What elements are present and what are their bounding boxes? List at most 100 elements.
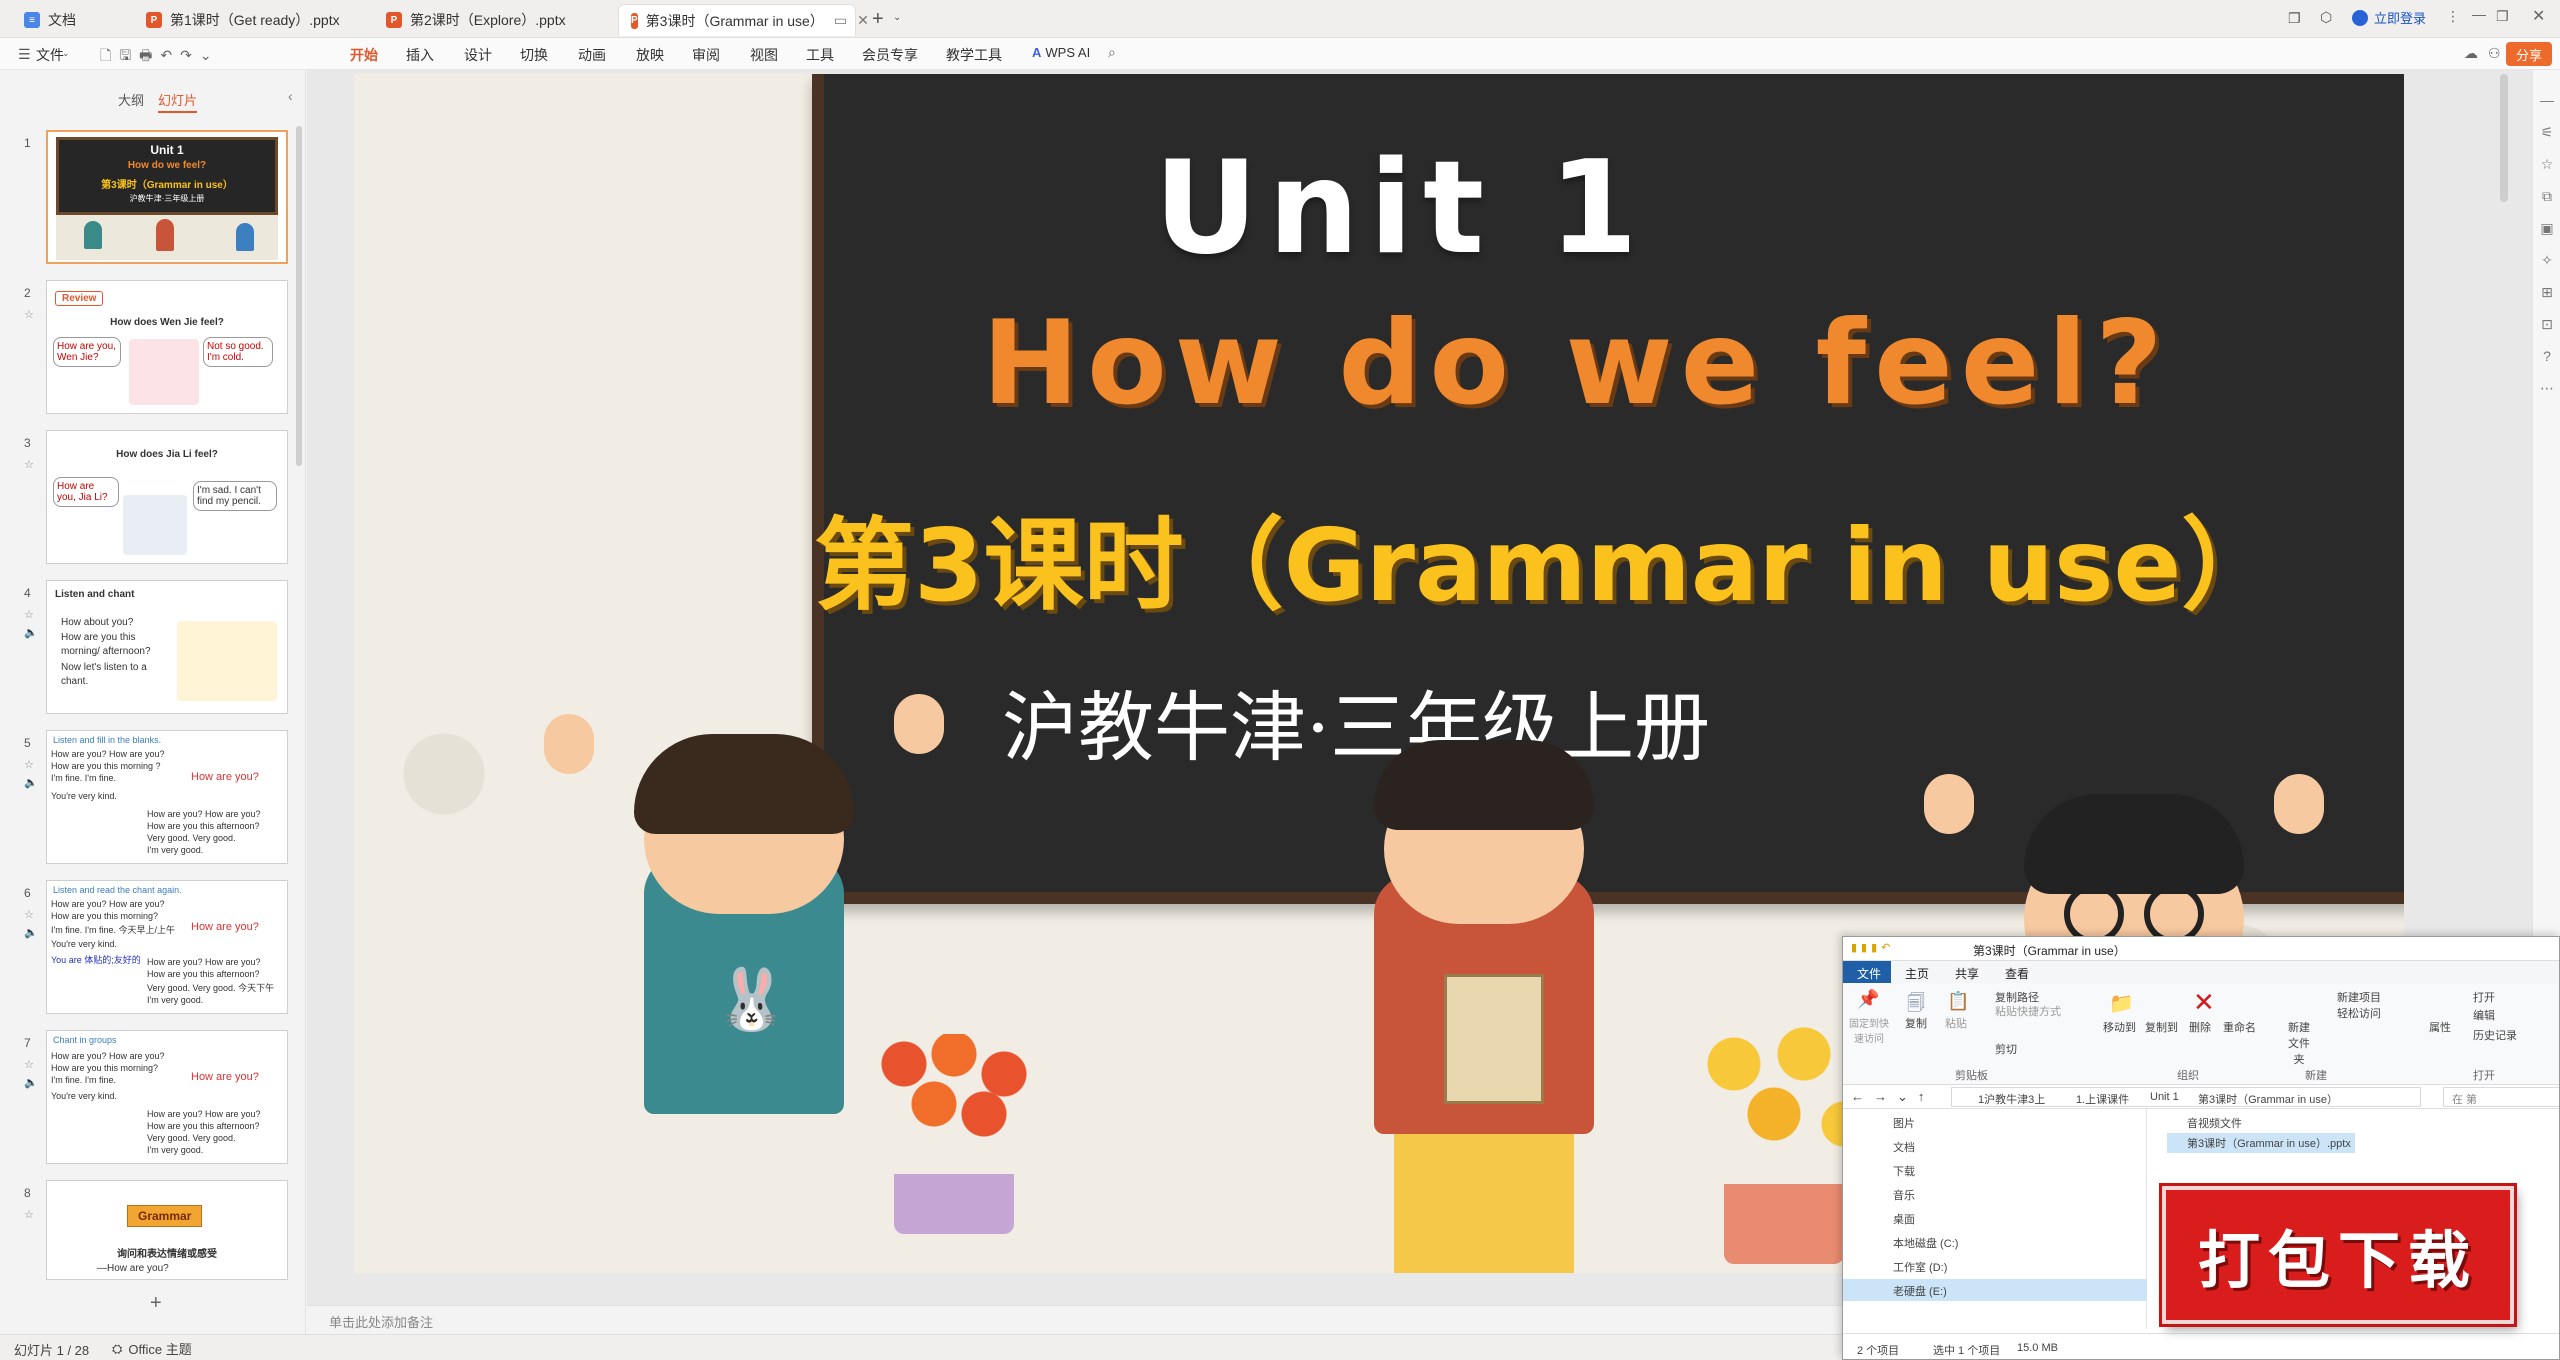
paste-shortcut-button[interactable]: 粘贴快捷方式: [1995, 1003, 2061, 1019]
tab-lesson-1[interactable]: P 第1课时（Get ready）.pptx: [134, 4, 370, 36]
open-button[interactable]: 打开: [2473, 989, 2495, 1005]
panel-scrollbar[interactable]: [296, 126, 302, 466]
cube-icon[interactable]: ⬡: [2320, 9, 2332, 26]
audio-icon[interactable]: 🔈: [24, 1076, 38, 1089]
nav-item-drive-d[interactable]: 工作室 (D:): [1893, 1259, 1947, 1275]
magic-icon[interactable]: ✧: [2539, 252, 2555, 268]
more-icon[interactable]: ⋯: [2539, 380, 2555, 396]
slide-scrollbar[interactable]: [2500, 74, 2508, 202]
share-button[interactable]: 分享: [2506, 42, 2552, 66]
audio-icon[interactable]: 🔈: [24, 626, 38, 639]
hamburger-icon[interactable]: ☰: [18, 46, 31, 63]
pin-button[interactable]: 固定到快速访问: [1847, 1015, 1891, 1045]
nav-item-music[interactable]: 音乐: [1893, 1187, 1915, 1203]
history-button[interactable]: 历史记录: [2473, 1027, 2517, 1043]
tab-slides[interactable]: 幻灯片: [158, 90, 198, 113]
file-menu[interactable]: 文件: [36, 45, 64, 65]
cloud-sync-icon[interactable]: ☁: [2464, 45, 2478, 62]
close-tab-icon[interactable]: ✕: [857, 12, 869, 29]
nav-item-downloads[interactable]: 下载: [1893, 1163, 1915, 1179]
breadcrumb-item[interactable]: 1沪教牛津3上: [1978, 1091, 2045, 1107]
star-icon[interactable]: ☆: [24, 908, 34, 921]
add-slide-icon[interactable]: +: [150, 1292, 162, 1315]
menu-home[interactable]: 开始: [350, 45, 378, 72]
menu-slideshow[interactable]: 放映: [636, 45, 664, 65]
style-icon[interactable]: ⚟: [2539, 124, 2555, 140]
tab-lesson-3[interactable]: P 第3课时（Grammar in use） ▭ ✕: [618, 4, 869, 36]
menu-tools[interactable]: 工具: [806, 45, 834, 65]
star-icon[interactable]: ☆: [24, 458, 34, 471]
close-window-icon[interactable]: ✕: [2532, 6, 2545, 26]
layout-icon[interactable]: ⊞: [2539, 284, 2555, 300]
star-icon[interactable]: ☆: [24, 1058, 34, 1071]
new-item-button[interactable]: 新建项目: [2337, 989, 2381, 1005]
slide-thumb-8[interactable]: Grammar 询问和表达情绪或感受 —How are you?: [46, 1180, 288, 1280]
search-icon[interactable]: ⌕: [1108, 44, 1116, 61]
explorer-tab-file[interactable]: 文件: [1843, 961, 1891, 983]
wps-ai-button[interactable]: A WPS AI: [1032, 45, 1090, 60]
move-to-button[interactable]: 移动到: [2103, 1019, 2136, 1035]
rename-button[interactable]: 重命名: [2223, 1019, 2256, 1035]
menu-teaching-tools[interactable]: 教学工具: [946, 45, 1002, 65]
nav-item-desktop[interactable]: 桌面: [1893, 1211, 1915, 1227]
audio-icon[interactable]: 🔈: [24, 926, 38, 939]
star-icon[interactable]: ☆: [2539, 156, 2555, 172]
nav-item-drive-e[interactable]: 老硬盘 (E:): [1843, 1279, 2147, 1301]
tab-outline[interactable]: 大纲: [118, 90, 144, 109]
slide-thumb-4[interactable]: Listen and chant How about you? How are …: [46, 580, 288, 714]
new-tab-icon[interactable]: +: [872, 8, 884, 31]
nav-item-pictures[interactable]: 图片: [1893, 1115, 1915, 1131]
easy-access-button[interactable]: 轻松访问: [2337, 1005, 2381, 1021]
properties-button[interactable]: 属性: [2429, 1019, 2451, 1035]
slide-thumb-1[interactable]: Unit 1 How do we feel? 第3课时（Grammar in u…: [46, 130, 288, 264]
star-icon[interactable]: ☆: [24, 758, 34, 771]
explorer-tab-share[interactable]: 共享: [1955, 965, 1979, 982]
tab-lesson-2[interactable]: P 第2课时（Explore）.pptx: [374, 4, 614, 36]
slide-thumb-3[interactable]: How does Jia Li feel? How are you, Jia L…: [46, 430, 288, 564]
delete-button[interactable]: 删除: [2189, 1019, 2211, 1035]
minimize-panel-icon[interactable]: —: [2539, 92, 2555, 108]
nav-item-drive-c[interactable]: 本地磁盘 (C:): [1893, 1235, 1958, 1251]
restore-icon[interactable]: ❐: [2496, 8, 2509, 25]
new-folder-button[interactable]: 新建文件夹: [2285, 1019, 2313, 1067]
nav-arrows[interactable]: ←→⌄↑: [1851, 1089, 1934, 1105]
login-button[interactable]: 立即登录: [2352, 8, 2426, 27]
star-icon[interactable]: ☆: [24, 308, 34, 321]
explorer-tab-view[interactable]: 查看: [2005, 965, 2029, 982]
menu-animation[interactable]: 动画: [578, 45, 606, 65]
cut-button[interactable]: 剪切: [1995, 1041, 2017, 1057]
explorer-search[interactable]: 在 第: [2443, 1087, 2559, 1107]
collab-icon[interactable]: ⚇: [2488, 45, 2501, 62]
theme-indicator[interactable]: ⛭ Office 主题: [112, 1339, 192, 1358]
breadcrumb-item[interactable]: Unit 1: [2150, 1091, 2179, 1103]
star-icon[interactable]: ☆: [24, 608, 34, 621]
breadcrumb-item[interactable]: 第3课时（Grammar in use）: [2198, 1091, 2338, 1107]
audio-icon[interactable]: 🔈: [24, 776, 38, 789]
map-icon[interactable]: ⊡: [2539, 316, 2555, 332]
image-icon[interactable]: ▣: [2539, 220, 2555, 236]
layout-icon[interactable]: ❐: [2288, 10, 2301, 27]
chevron-down-icon[interactable]: ⌄: [893, 12, 901, 23]
download-banner[interactable]: 打包下载: [2162, 1186, 2514, 1324]
copy-to-button[interactable]: 复制到: [2145, 1019, 2178, 1035]
breadcrumb-item[interactable]: 1.上课课件: [2076, 1091, 2129, 1107]
quick-access-toolbar[interactable]: 🗋🖫🖶↶↷⌄: [100, 45, 220, 69]
menu-member[interactable]: 会员专享: [862, 45, 918, 65]
monitor-icon[interactable]: ▭: [834, 12, 847, 29]
slide-thumb-2[interactable]: Review How does Wen Jie feel? How are yo…: [46, 280, 288, 414]
menu-insert[interactable]: 插入: [406, 45, 434, 65]
explorer-tab-home[interactable]: 主页: [1905, 965, 1929, 982]
collapse-panel-icon[interactable]: ‹: [288, 88, 293, 104]
edit-button[interactable]: 编辑: [2473, 1007, 2495, 1023]
star-icon[interactable]: ☆: [24, 1208, 34, 1221]
menu-view[interactable]: 视图: [750, 45, 778, 65]
address-field[interactable]: 1沪教牛津3上 1.上课课件 Unit 1 第3课时（Grammar in us…: [1951, 1087, 2421, 1107]
file-item-folder[interactable]: 音视频文件: [2187, 1115, 2242, 1131]
copy-icon[interactable]: ⧉: [2539, 188, 2555, 204]
slide-thumb-7[interactable]: Chant in groups How are you? How are you…: [46, 1030, 288, 1164]
help-icon[interactable]: ?: [2539, 348, 2555, 364]
menu-transitions[interactable]: 切换: [520, 45, 548, 65]
menu-review[interactable]: 审阅: [692, 45, 720, 65]
slide-thumb-5[interactable]: Listen and fill in the blanks. How are y…: [46, 730, 288, 864]
nav-item-documents[interactable]: 文档: [1893, 1139, 1915, 1155]
